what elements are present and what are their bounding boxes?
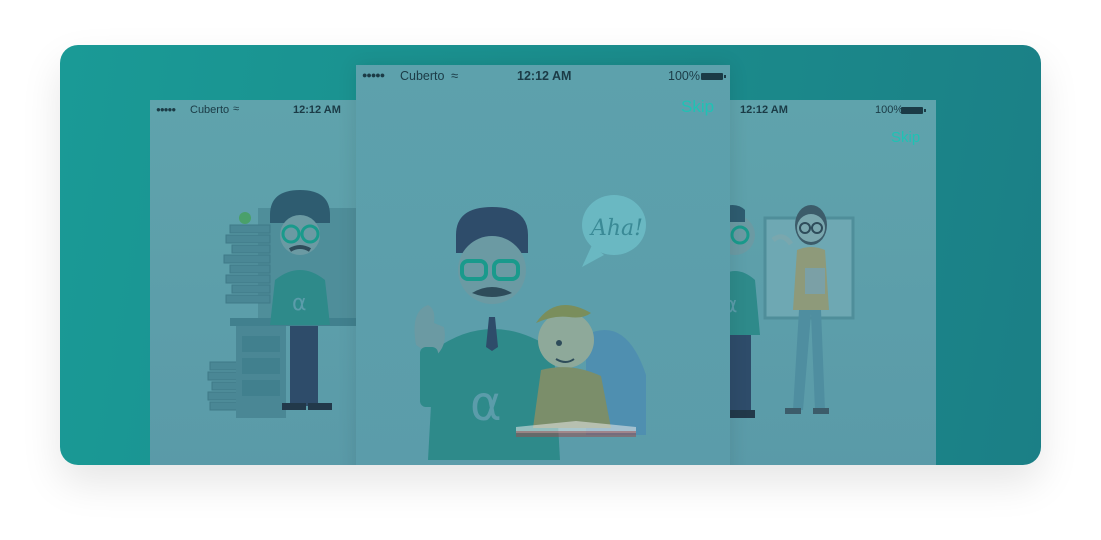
teacher-at-desk-illustration: α xyxy=(207,190,365,418)
onboarding-screen-right[interactable]: 12:12 AM 100% Skip α xyxy=(725,100,936,465)
onboarding-screen-left[interactable]: ●●●●● Cuberto ≈ 12:12 AM α xyxy=(150,100,365,465)
aha-bubble-text: Aha! xyxy=(589,216,643,241)
teacher-with-student-illustration: Aha! α xyxy=(414,195,646,460)
svg-text:α: α xyxy=(292,291,307,316)
onboarding-screen-center[interactable]: ●●●●● Cuberto ≈ 12:12 AM 100% Skip Aha! … xyxy=(356,65,730,465)
onboarding-showcase-card: ●●●●● Cuberto ≈ 12:12 AM α 12:12 AM 100%… xyxy=(60,45,1041,465)
teacher-and-student-illustration: α xyxy=(725,205,855,418)
svg-text:α: α xyxy=(470,376,502,432)
